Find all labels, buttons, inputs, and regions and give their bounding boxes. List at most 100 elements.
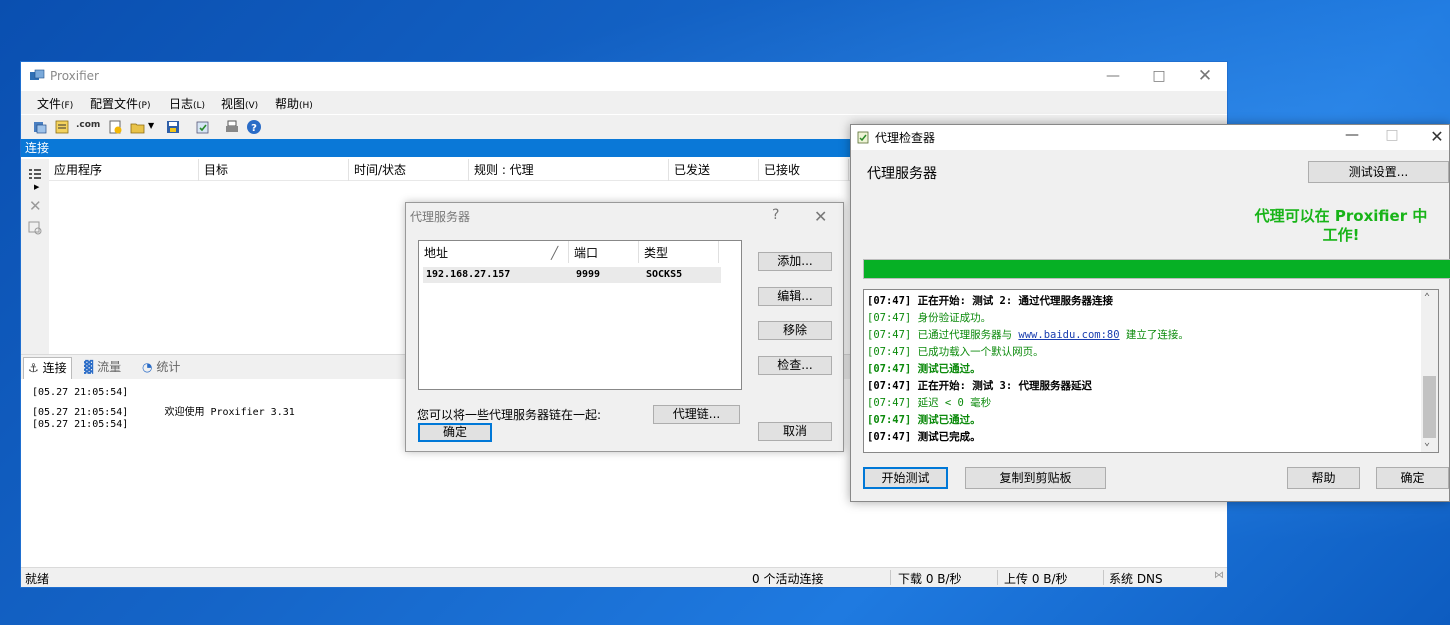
remove-button[interactable]: 移除 [758, 321, 832, 340]
log-scrollbar[interactable]: ⌃ ⌄ [1421, 290, 1438, 452]
ok-button[interactable]: 确定 [418, 423, 492, 442]
column-target[interactable]: 目标 [199, 159, 349, 181]
column-sent[interactable]: 已发送 [669, 159, 759, 181]
proxy-servers-dialog: 代理服务器 ? ✕ 地址 ╱ 端口 类型 192.168.27.157 9999 … [405, 202, 844, 452]
status-dns: 系统 DNS [1109, 572, 1163, 586]
test-progress-bar [863, 259, 1450, 279]
advanced-icon[interactable] [195, 119, 211, 135]
maximize-button[interactable]: □ [1136, 62, 1182, 91]
dialog-help-button[interactable]: ? [772, 207, 779, 223]
proxy-port: 9999 [576, 269, 601, 280]
scroll-down-icon[interactable]: ⌄ [1424, 437, 1430, 448]
column-type[interactable]: 类型 [639, 241, 719, 263]
scroll-up-icon[interactable]: ⌃ [1424, 292, 1430, 303]
status-bar: 就绪 0 个活动连接 下载 0 B/秒 上传 0 B/秒 系统 DNS ⋈ [21, 567, 1227, 587]
bar-chart-icon: ▓ [84, 360, 94, 374]
proxy-list: 地址 ╱ 端口 类型 192.168.27.157 9999 SOCKS5 [418, 240, 742, 390]
proxy-list-row[interactable]: 192.168.27.157 9999 SOCKS5 [423, 267, 721, 283]
tab-statistics[interactable]: ◔ 统计 [138, 357, 184, 379]
title-bar: Proxifier — □ ✕ [21, 62, 1227, 91]
log-line: [07:47] 正在开始: 测试 3: 代理服务器延迟 [867, 380, 1093, 392]
test-result-message: 代理可以在 Proxifier 中 工作! [1231, 207, 1450, 245]
svg-text:?: ? [251, 123, 257, 134]
log-line: [07:47] 测试已通过。 [867, 414, 981, 426]
proxy-servers-icon[interactable] [32, 119, 48, 135]
ok-button[interactable]: 确定 [1376, 467, 1449, 489]
close-connection-icon[interactable]: ✕ [29, 197, 42, 215]
status-ready: 就绪 [25, 572, 50, 586]
checker-title: 代理检查器 [875, 131, 936, 145]
edit-button[interactable]: 编辑... [758, 287, 832, 306]
new-profile-icon[interactable] [107, 119, 123, 135]
status-divider [997, 570, 998, 585]
column-time-status[interactable]: 时间/状态 [349, 159, 469, 181]
column-application[interactable]: 应用程序 [49, 159, 199, 181]
copy-to-clipboard-button[interactable]: 复制到剪贴板 [965, 467, 1106, 489]
cancel-button[interactable]: 取消 [758, 422, 832, 441]
status-divider [890, 570, 891, 585]
checker-title-bar: 代理检查器 — □ ✕ [851, 125, 1449, 150]
sort-indicator-icon: ╱ [551, 246, 559, 260]
resize-grip-icon[interactable]: ⋈ [1214, 570, 1224, 581]
status-active-connections: 0 个活动连接 [752, 572, 824, 586]
maximize-button: □ [1385, 127, 1399, 143]
name-resolution-icon[interactable]: .com [76, 120, 100, 136]
start-test-button[interactable]: 开始测试 [863, 467, 948, 489]
log-line: [07:47] 已通过代理服务器与 www.baidu.com:80 建立了连接… [867, 329, 1189, 341]
proxy-list-header: 地址 ╱ 端口 类型 [419, 241, 741, 263]
column-address[interactable]: 地址 ╱ [419, 241, 569, 263]
status-divider [1103, 570, 1104, 585]
menu-log[interactable]: 日志(L) [169, 95, 205, 112]
connections-side-toolbar: ▶ ✕ [21, 159, 49, 354]
result-line-2: 工作! [1322, 226, 1360, 244]
menu-bar: 文件(F) 配置文件(P) 日志(L) 视图(V) 帮助(H) [21, 91, 1227, 114]
proxy-chain-note: 您可以将一些代理服务器链在一起: [417, 408, 602, 422]
progress-fill [864, 260, 1450, 278]
minimize-button[interactable]: — [1332, 127, 1372, 149]
result-line-1: 代理可以在 Proxifier 中 [1254, 207, 1428, 225]
proxy-type: SOCKS5 [646, 269, 683, 280]
column-rule-proxy[interactable]: 规则 : 代理 [469, 159, 669, 181]
proxy-chain-button[interactable]: 代理链... [653, 405, 740, 424]
help-icon[interactable]: ? [246, 119, 262, 135]
column-port[interactable]: 端口 [569, 241, 639, 263]
menu-help[interactable]: 帮助(H) [275, 95, 313, 112]
print-icon[interactable] [224, 119, 240, 135]
chevron-down-icon[interactable]: ▼ [148, 121, 156, 137]
pie-chart-icon: ◔ [142, 360, 153, 374]
tab-traffic[interactable]: ▓ 流量 [80, 357, 125, 379]
window-title: Proxifier [50, 69, 99, 83]
log-line: [07:47] 身份验证成功。 [867, 312, 992, 324]
save-profile-icon[interactable] [165, 119, 181, 135]
minimize-button[interactable]: — [1090, 62, 1136, 91]
menu-view[interactable]: 视图(V) [221, 95, 258, 112]
log-line: [07:47] 延迟 < 0 毫秒 [867, 397, 992, 409]
scroll-thumb[interactable] [1423, 376, 1436, 438]
menu-file[interactable]: 文件(F) [37, 95, 73, 112]
proxy-address: 192.168.27.157 [426, 269, 511, 280]
log-line: [07:47] 已成功载入一个默认网页。 [867, 346, 1044, 358]
tab-connections[interactable]: ⚓ 连接 [23, 357, 72, 379]
dialog-title: 代理服务器 [410, 210, 471, 224]
connection-details-icon[interactable] [28, 221, 43, 235]
add-button[interactable]: 添加... [758, 252, 832, 271]
checker-log: [07:47] 正在开始: 测试 2: 通过代理服务器连接 [07:47] 身份… [863, 289, 1439, 453]
expand-arrow-icon[interactable]: ▶ [34, 183, 39, 191]
close-button[interactable]: ✕ [1182, 62, 1228, 91]
target-link[interactable]: www.baidu.com:80 [1018, 329, 1119, 341]
status-download: 下载 0 B/秒 [898, 572, 962, 586]
columns-icon[interactable] [28, 167, 42, 181]
checker-heading: 代理服务器 [867, 166, 937, 182]
anchor-icon: ⚓ [28, 361, 39, 375]
column-received[interactable]: 已接收 [759, 159, 849, 181]
dialog-close-button[interactable]: ✕ [814, 207, 827, 226]
log-line: [07:47] 测试已完成。 [867, 431, 981, 443]
open-profile-icon[interactable] [130, 119, 146, 135]
log-line: [07:47] 正在开始: 测试 2: 通过代理服务器连接 [867, 295, 1114, 307]
test-settings-button[interactable]: 测试设置... [1308, 161, 1449, 183]
help-button[interactable]: 帮助 [1287, 467, 1360, 489]
rules-icon[interactable] [54, 119, 70, 135]
close-button[interactable]: ✕ [1417, 127, 1450, 149]
check-button[interactable]: 检查... [758, 356, 832, 375]
menu-profile[interactable]: 配置文件(P) [90, 95, 150, 112]
